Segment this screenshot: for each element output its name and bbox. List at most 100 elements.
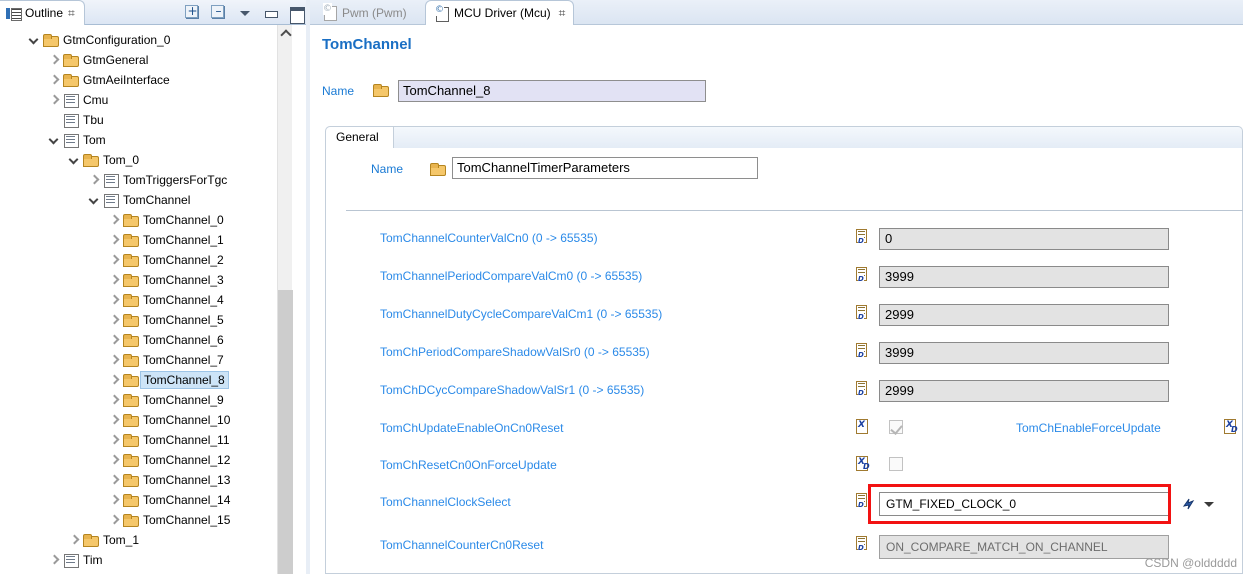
tree-item[interactable]: TomChannel_14	[0, 490, 292, 510]
tree-item[interactable]: Cmu	[0, 90, 292, 110]
tree-item-label: TomChannel_8	[140, 371, 229, 389]
chevron-right-icon[interactable]	[46, 52, 62, 68]
timer-parameters-name-input[interactable]: TomChannelTimerParameters	[452, 157, 758, 179]
tree-item[interactable]: TomChannel	[0, 190, 292, 210]
scrollbar-thumb[interactable]	[278, 290, 293, 574]
chevron-down-icon[interactable]	[26, 32, 42, 48]
chevron-right-icon[interactable]	[106, 352, 122, 368]
chevron-right-icon[interactable]	[106, 512, 122, 528]
editor-tab-mcu-driver[interactable]: MCU Driver (Mcu) ⌗	[425, 0, 575, 25]
tree-item[interactable]: TomChannel_13	[0, 470, 292, 490]
tree-item-label: TomChannel_1	[143, 233, 224, 247]
tree-item-label: TomChannel_13	[143, 473, 231, 487]
parameter-label[interactable]: TomChUpdateEnableOnCn0Reset	[380, 421, 563, 435]
tree-item[interactable]: GtmGeneral	[0, 50, 292, 70]
chevron-right-icon[interactable]	[106, 272, 122, 288]
parameter-checkbox[interactable]	[889, 457, 903, 471]
tree-item[interactable]: TomChannel_6	[0, 330, 292, 350]
parameter-label[interactable]: TomChannelPeriodCompareValCm0 (0 -> 6553…	[380, 269, 642, 283]
scroll-up-icon[interactable]	[278, 25, 293, 41]
chevron-right-icon[interactable]	[106, 372, 122, 388]
parameter-dropdown[interactable]: GTM_FIXED_CLOCK_0	[879, 492, 1169, 516]
secondary-parameter-label[interactable]: TomChEnableForceUpdate	[1016, 421, 1161, 435]
tree-item[interactable]: TomTriggersForTgc	[0, 170, 292, 190]
outline-view-icon	[6, 7, 22, 21]
tree-item[interactable]: TomChannel_1	[0, 230, 292, 250]
parameter-label[interactable]: TomChannelCounterValCn0 (0 -> 65535)	[380, 231, 598, 245]
parameter-label[interactable]: TomChannelCounterCn0Reset	[380, 538, 543, 552]
chevron-right-icon[interactable]	[106, 412, 122, 428]
folder-icon	[122, 273, 139, 287]
chevron-down-icon[interactable]	[46, 132, 62, 148]
tab-general[interactable]: General	[326, 127, 394, 149]
parameter-dropdown[interactable]: ON_COMPARE_MATCH_ON_CHANNEL	[879, 535, 1169, 559]
chevron-right-icon[interactable]	[46, 72, 62, 88]
chevron-right-icon[interactable]	[86, 172, 102, 188]
outline-view-tab[interactable]: Outline ⌗	[0, 0, 85, 25]
parameter-label[interactable]: TomChannelDutyCycleCompareValCm1 (0 -> 6…	[380, 307, 662, 321]
parameter-text-input[interactable]: 3999	[879, 266, 1169, 288]
chevron-right-icon[interactable]	[106, 252, 122, 268]
view-menu-button[interactable]	[237, 5, 253, 21]
tree-item[interactable]: Tom	[0, 130, 292, 150]
chevron-right-icon[interactable]	[106, 332, 122, 348]
link-icon[interactable]	[1181, 496, 1197, 512]
parameter-text-input[interactable]: 2999	[879, 380, 1169, 402]
tree-item[interactable]: GtmAeiInterface	[0, 70, 292, 90]
chevron-right-icon[interactable]	[106, 472, 122, 488]
tree-item[interactable]: TomChannel_12	[0, 450, 292, 470]
close-icon[interactable]: ⌗	[559, 7, 566, 19]
chevron-right-icon[interactable]	[106, 292, 122, 308]
tree-item[interactable]: TomChannel_2	[0, 250, 292, 270]
tree-item[interactable]: Tbu	[0, 110, 292, 130]
form-row: TomChUpdateEnableOnCn0Reset X TomChEnableF…	[326, 418, 1243, 446]
tree-scrollbar[interactable]	[277, 25, 293, 574]
chevron-down-icon[interactable]	[86, 192, 102, 208]
tree-item[interactable]: Tom_1	[0, 530, 292, 550]
folder-icon	[429, 162, 446, 176]
tree-item[interactable]: GtmConfiguration_0	[0, 30, 292, 50]
tree-item[interactable]: TomChannel_4	[0, 290, 292, 310]
parameter-checkbox[interactable]	[889, 420, 903, 434]
parameter-text-input[interactable]: 0	[879, 228, 1169, 250]
editor-tab-pwm[interactable]: Pwm (Pwm)	[314, 0, 415, 25]
chevron-right-icon[interactable]	[106, 392, 122, 408]
tree-item[interactable]: TomChannel_8	[0, 370, 292, 390]
chevron-right-icon[interactable]	[106, 232, 122, 248]
chevron-right-icon[interactable]	[106, 452, 122, 468]
chevron-right-icon[interactable]	[106, 312, 122, 328]
tree-item[interactable]: Tim	[0, 550, 292, 570]
tree-item[interactable]: TomChannel_10	[0, 410, 292, 430]
parameter-text-input[interactable]: 3999	[879, 342, 1169, 364]
chevron-right-icon[interactable]	[46, 552, 62, 568]
tree-item-label: Tom	[83, 133, 106, 147]
tree-item[interactable]: TomChannel_0	[0, 210, 292, 230]
parameter-label[interactable]: TomChResetCn0OnForceUpdate	[380, 458, 557, 472]
chevron-right-icon[interactable]	[106, 212, 122, 228]
chevron-right-icon[interactable]	[106, 492, 122, 508]
chevron-down-icon[interactable]	[66, 152, 82, 168]
parameter-label[interactable]: TomChannelClockSelect	[380, 495, 511, 509]
tree-item[interactable]: TomChannel_11	[0, 430, 292, 450]
tree-item[interactable]: TomChannel_3	[0, 270, 292, 290]
chevron-right-icon[interactable]	[46, 92, 62, 108]
outline-tree[interactable]: GtmConfiguration_0 GtmGeneral GtmAeiInterf…	[0, 25, 292, 574]
collapse-all-button[interactable]	[211, 4, 227, 21]
chevron-right-icon[interactable]	[106, 432, 122, 448]
tree-item[interactable]: TomChannel_5	[0, 310, 292, 330]
minimize-button[interactable]	[263, 5, 279, 21]
parameter-text-input[interactable]: 2999	[879, 304, 1169, 326]
dropdown-caret-icon[interactable]	[1204, 502, 1214, 507]
tree-item[interactable]: Tom_0	[0, 150, 292, 170]
chevron-right-icon[interactable]	[66, 532, 82, 548]
tree-item[interactable]: TomChannel_7	[0, 350, 292, 370]
config-file-icon	[434, 3, 449, 22]
tree-item[interactable]: TomChannel_9	[0, 390, 292, 410]
expand-all-button[interactable]	[185, 4, 201, 21]
parameter-label[interactable]: TomChDCycCompareShadowValSr1 (0 -> 65535…	[380, 383, 644, 397]
maximize-button[interactable]	[289, 5, 305, 24]
element-name-input[interactable]: TomChannel_8	[398, 80, 706, 102]
tree-item[interactable]: TomChannel_15	[0, 510, 292, 530]
close-icon[interactable]: ⌗	[68, 7, 75, 19]
parameter-label[interactable]: TomChPeriodCompareShadowValSr0 (0 -> 655…	[380, 345, 650, 359]
